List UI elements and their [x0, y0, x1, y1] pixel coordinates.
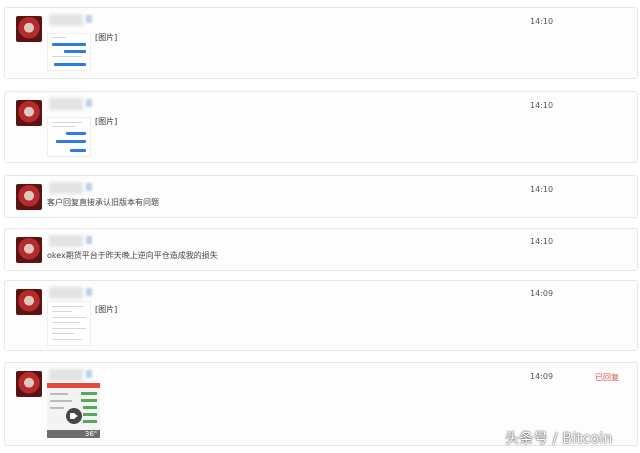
sender-name-blurred [49, 14, 83, 26]
video-bar: 36" [47, 430, 100, 438]
video-thumbnail[interactable]: 36" [47, 383, 100, 438]
message-row[interactable]: [图片] 14:09 [4, 280, 638, 351]
message-row[interactable]: [图片] 14:10 [4, 7, 638, 79]
message-row[interactable]: [图片] 14:10 [4, 91, 638, 163]
sender-tag-blurred [86, 236, 92, 244]
sender-tag-blurred [86, 183, 92, 191]
sender-tag-blurred [86, 99, 92, 107]
message-time: 14:09 [530, 289, 554, 298]
image-placeholder-text: [图片] [95, 33, 118, 42]
message-text: okex期货平台于昨天晚上逆向平仓造成我的损失 [47, 251, 218, 260]
avatar[interactable] [16, 289, 42, 315]
reply-status[interactable]: 已回复 [595, 372, 619, 383]
message-time: 14:10 [530, 237, 554, 246]
message-text: 客户回复直接承认旧版本有问题 [47, 198, 159, 207]
play-icon[interactable] [66, 408, 82, 424]
sender-name-blurred [49, 287, 83, 299]
avatar[interactable] [16, 100, 42, 126]
sender-tag-blurred [86, 288, 92, 296]
image-placeholder-text: [图片] [95, 305, 118, 314]
message-time: 14:10 [530, 17, 554, 26]
avatar[interactable] [16, 184, 42, 210]
message-row[interactable]: okex期货平台于昨天晚上逆向平仓造成我的损失 14:10 [4, 228, 638, 271]
image-thumbnail[interactable] [47, 301, 91, 346]
message-time: 14:10 [530, 101, 554, 110]
image-placeholder-text: [图片] [95, 117, 118, 126]
sender-name-blurred [49, 235, 83, 247]
message-row[interactable]: 客户回复直接承认旧版本有问题 14:10 [4, 175, 638, 218]
avatar[interactable] [16, 237, 42, 263]
message-time: 14:10 [530, 185, 554, 194]
sender-tag-blurred [86, 15, 92, 23]
sender-name-blurred [49, 98, 83, 110]
video-duration: 36" [84, 430, 97, 438]
sender-name-blurred [49, 369, 83, 381]
avatar[interactable] [16, 16, 42, 42]
image-thumbnail[interactable] [47, 33, 91, 71]
sender-tag-blurred [86, 370, 92, 378]
watermark: 头条号 / Bitcoin [505, 431, 613, 447]
sender-name-blurred [49, 182, 83, 194]
message-time: 14:09 [530, 372, 554, 381]
avatar[interactable] [16, 371, 42, 397]
image-thumbnail[interactable] [47, 117, 91, 157]
